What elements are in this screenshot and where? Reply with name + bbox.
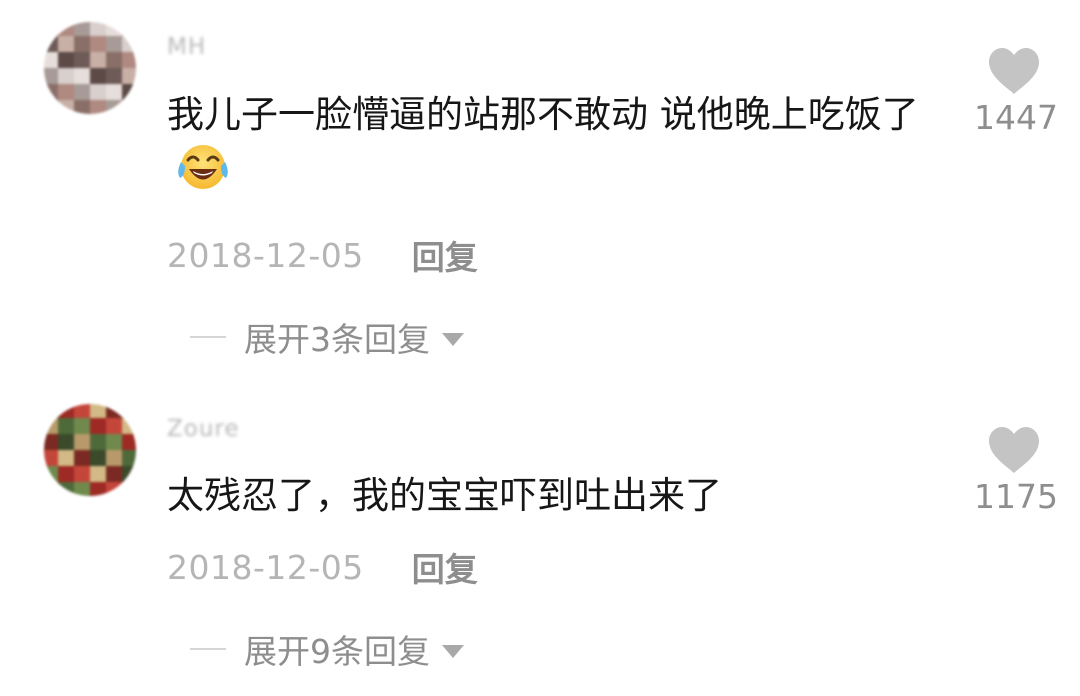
avatar-pixel	[122, 482, 136, 496]
caret-down-icon	[442, 332, 464, 346]
comment-text-content: 我儿子一脸懵逼的站那不敢动 说他晚上吃饭了	[167, 93, 919, 136]
like-count: 1175	[974, 477, 1058, 516]
comment-text: 太残忍了，我的宝宝吓到吐出来了	[167, 469, 927, 523]
heart-icon[interactable]	[986, 46, 1042, 96]
divider-line	[190, 648, 226, 650]
caret-down-icon	[442, 644, 464, 658]
like-count: 1447	[974, 98, 1058, 137]
avatar-pixel	[122, 100, 136, 114]
comment-item: Zoure 太残忍了，我的宝宝吓到吐出来了 2018-12-05 回复 展开9条…	[0, 385, 1080, 696]
expand-replies-label: 展开3条回复	[244, 320, 430, 359]
username[interactable]: Zoure	[167, 416, 240, 442]
comment-text: 我儿子一脸懵逼的站那不敢动 说他晚上吃饭了	[167, 88, 927, 207]
comment-meta: 2018-12-05 回复	[167, 235, 478, 278]
reply-button[interactable]: 回复	[412, 231, 478, 279]
comment-text-content: 太残忍了，我的宝宝吓到吐出来了	[167, 474, 722, 517]
avatar[interactable]	[44, 404, 136, 496]
avatar[interactable]	[44, 22, 136, 114]
comment-item: MH 我儿子一脸懵逼的站那不敢动 说他晚上吃饭了 2018-12-05 回复 展…	[0, 0, 1080, 380]
divider-line	[190, 336, 226, 338]
expand-replies-button[interactable]: 展开3条回复	[190, 317, 464, 359]
heart-icon[interactable]	[986, 425, 1042, 475]
comment-date: 2018-12-05	[167, 547, 364, 587]
expand-replies-button[interactable]: 展开9条回复	[190, 629, 464, 671]
comment-date: 2018-12-05	[167, 235, 364, 275]
reply-button[interactable]: 回复	[412, 543, 478, 591]
comment-meta: 2018-12-05 回复	[167, 547, 478, 590]
expand-replies-label: 展开9条回复	[244, 632, 430, 671]
username[interactable]: MH	[167, 34, 206, 60]
tears-of-joy-icon	[175, 142, 231, 207]
